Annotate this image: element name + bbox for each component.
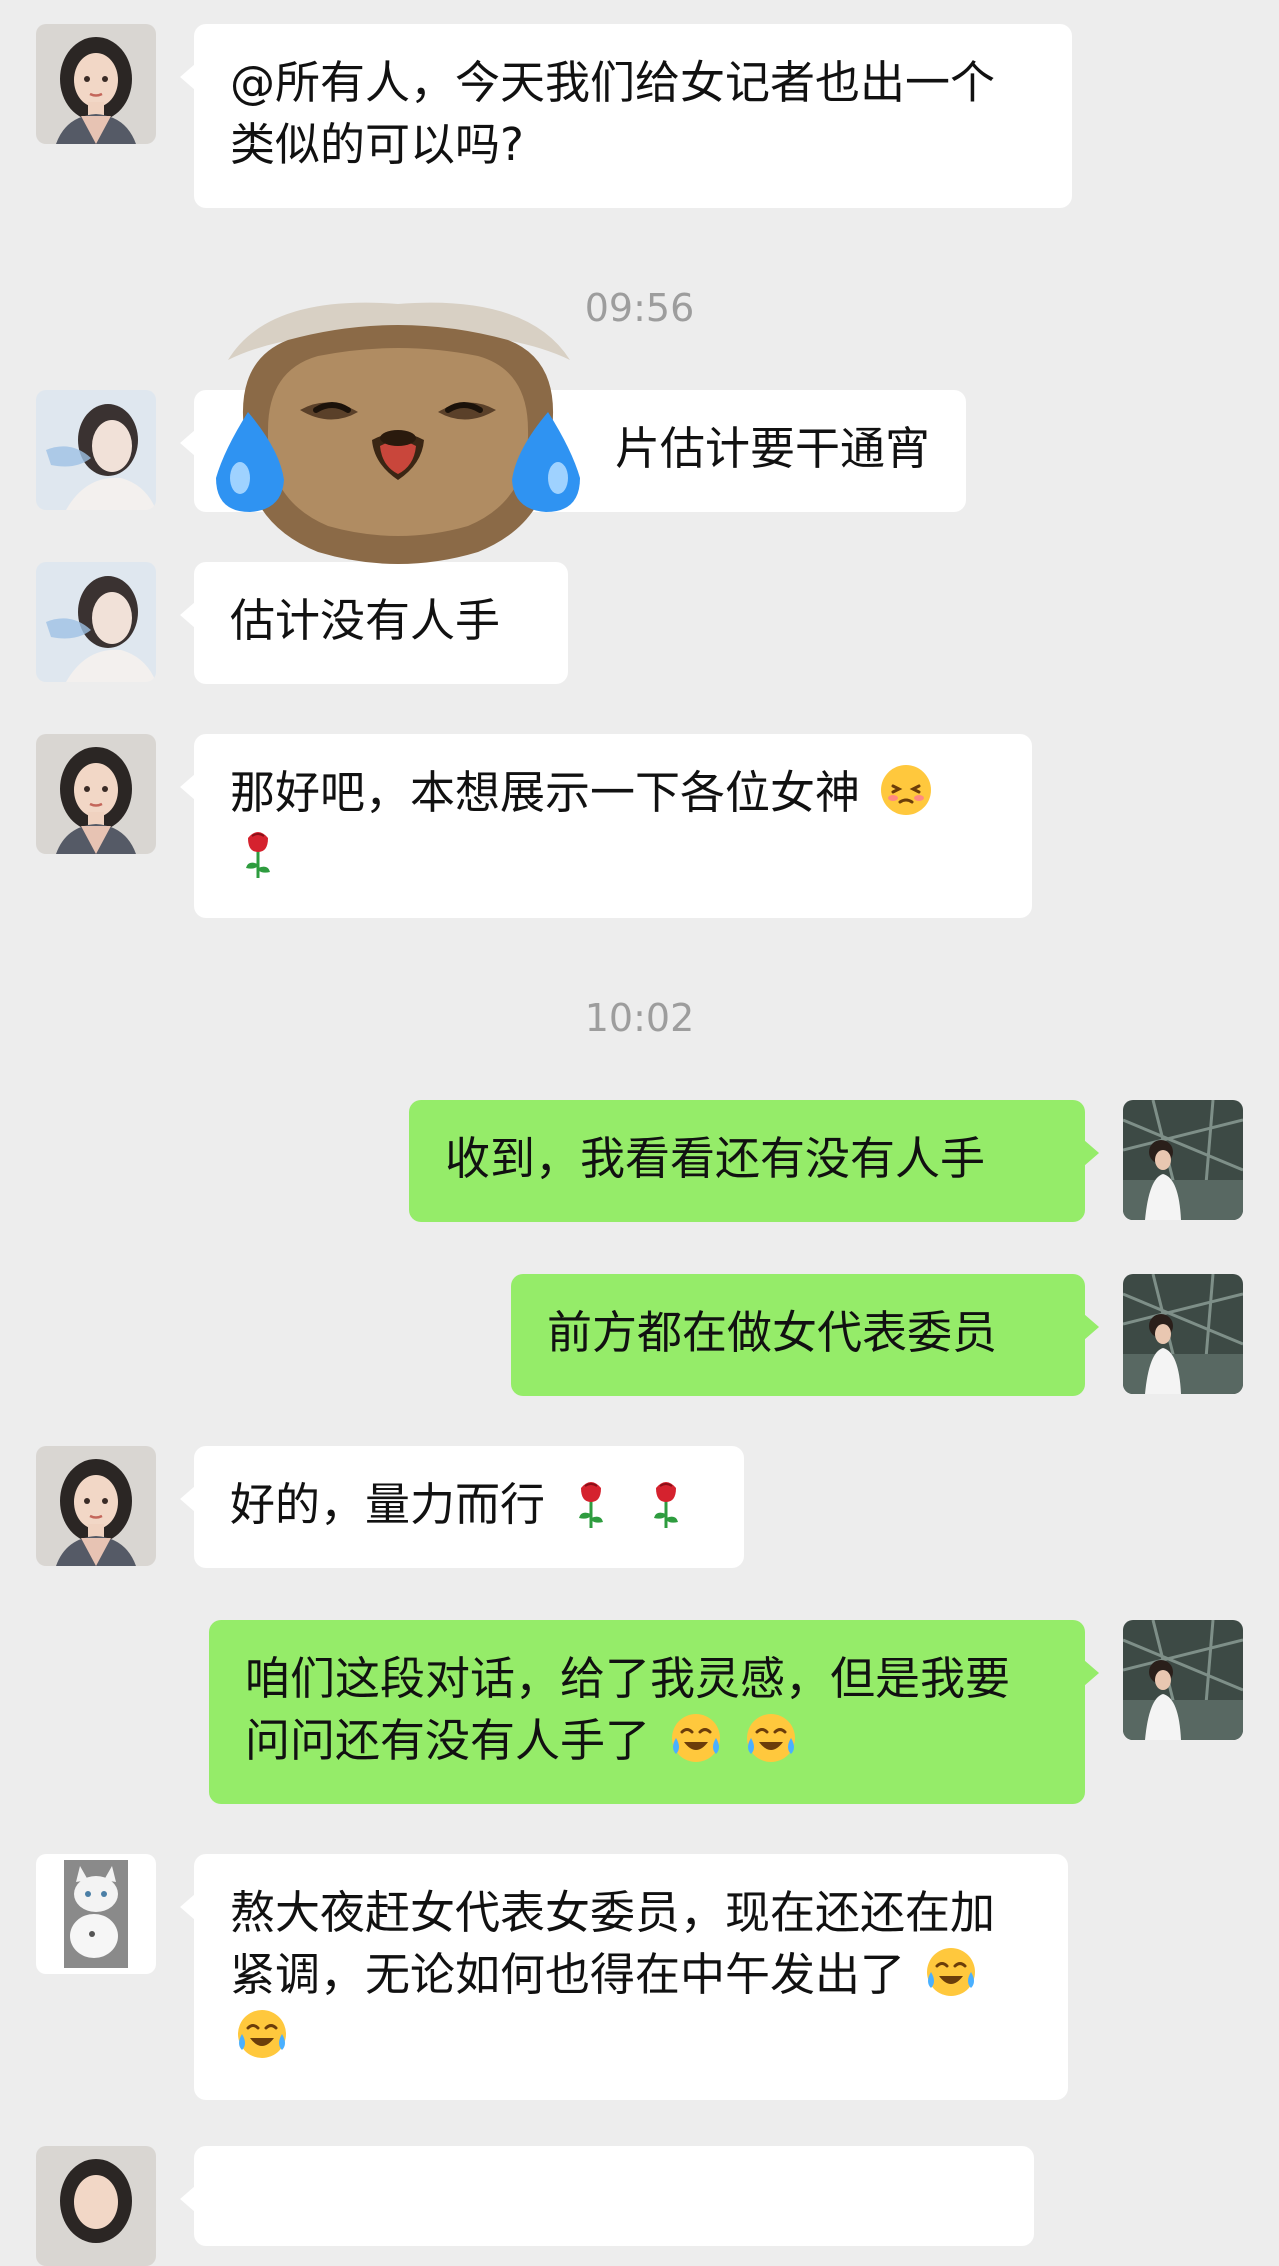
- avatar-cat-photo[interactable]: [36, 1854, 156, 1974]
- message-bubble[interactable]: 咱们这段对话，给了我灵感，但是我要问问还有没有人手了: [209, 1620, 1099, 1804]
- tears-of-joy-icon: [743, 1710, 799, 1766]
- rose-icon: [563, 1474, 619, 1530]
- message-bubble[interactable]: 估计没有人手: [180, 562, 568, 684]
- message-bubble[interactable]: 那好吧，本想展示一下各位女神: [180, 734, 1032, 918]
- message-text: 片估计要干通宵: [614, 422, 930, 475]
- message-bubble[interactable]: 收到，我看看还有没有人手: [409, 1100, 1099, 1222]
- timestamp: 09:56: [584, 286, 695, 330]
- tears-of-joy-icon: [923, 1944, 979, 2000]
- message-text: 估计没有人手: [230, 594, 501, 647]
- message-text: 好的，量力而行: [230, 1478, 546, 1531]
- avatar-self[interactable]: [1123, 1274, 1243, 1394]
- avatar-woman-illustration[interactable]: [36, 734, 156, 854]
- message-text: @所有人，今天我们给女记者也出一个类似的可以吗?: [230, 56, 996, 171]
- rose-icon: [230, 824, 286, 880]
- chat-area[interactable]: @所有人，今天我们给女记者也出一个类似的可以吗? 09:56 片估计要干通宵 估…: [0, 0, 1279, 2266]
- avatar-woman-photo[interactable]: [36, 390, 156, 510]
- tears-of-joy-icon: [668, 1710, 724, 1766]
- rose-icon: [638, 1474, 694, 1530]
- message-text: 收到，我看看还有没有人手: [445, 1132, 986, 1185]
- message-text: 咱们这段对话，给了我灵感，但是我要问问还有没有人手了: [245, 1652, 1011, 1767]
- message-bubble[interactable]: [180, 2146, 1034, 2246]
- message-bubble[interactable]: 前方都在做女代表委员: [511, 1274, 1099, 1396]
- message-text: 前方都在做女代表委员: [547, 1306, 998, 1359]
- message-text: 那好吧，本想展示一下各位女神: [230, 766, 861, 819]
- message-bubble[interactable]: @所有人，今天我们给女记者也出一个类似的可以吗?: [180, 24, 1072, 208]
- avatar-woman-illustration[interactable]: [36, 1446, 156, 1566]
- tears-of-joy-icon: [234, 2006, 290, 2062]
- avatar-woman-illustration[interactable]: [36, 2146, 156, 2266]
- avatar-woman-photo[interactable]: [36, 562, 156, 682]
- shy-face-icon: [878, 762, 934, 818]
- timestamp: 10:02: [584, 996, 695, 1040]
- message-bubble[interactable]: 熬大夜赶女代表女委员，现在还还在加紧调，无论如何也得在中午发出了: [180, 1854, 1068, 2100]
- message-bubble[interactable]: 好的，量力而行: [180, 1446, 744, 1568]
- message-text: 熬大夜赶女代表女委员，现在还还在加紧调，无论如何也得在中午发出了: [230, 1886, 996, 2001]
- avatar-self[interactable]: [1123, 1100, 1243, 1220]
- crying-sloth-sticker[interactable]: [208, 300, 588, 570]
- avatar-self[interactable]: [1123, 1620, 1243, 1740]
- avatar-woman-illustration[interactable]: [36, 24, 156, 144]
